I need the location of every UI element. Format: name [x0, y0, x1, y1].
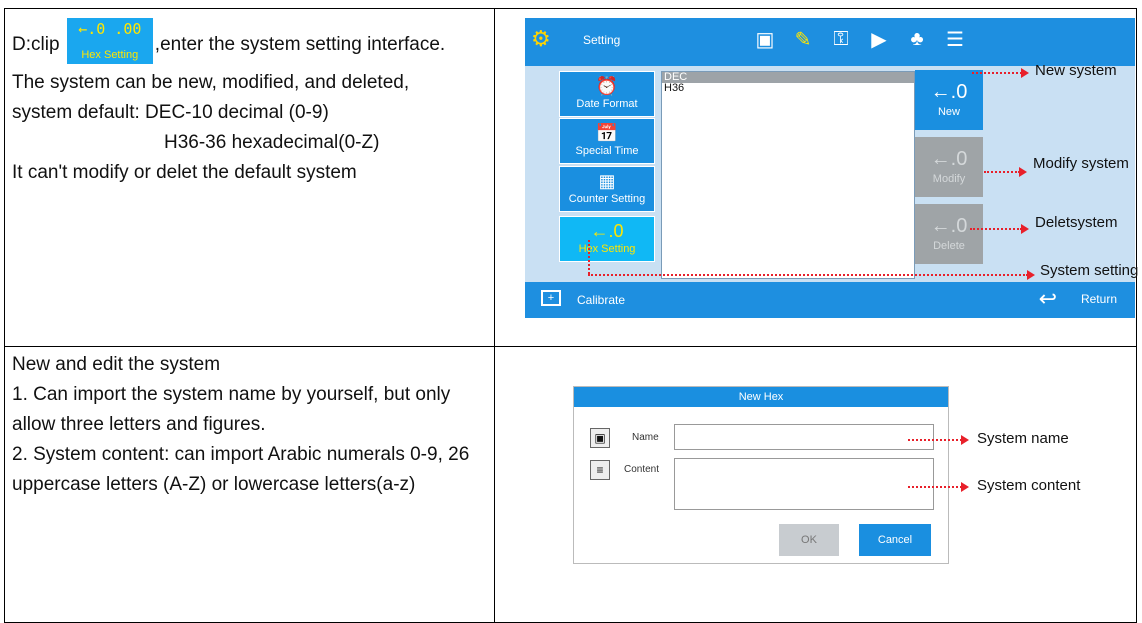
delete-label: Delete: [933, 240, 965, 252]
top-icons: ▣ ✎ ⚿ ▶ ♣ ☰: [751, 26, 969, 52]
screen-title: Setting: [583, 33, 621, 47]
system-setting-annotation: System setting: [1040, 262, 1139, 279]
row-divider: [5, 346, 1136, 347]
calibrate-label[interactable]: Calibrate: [577, 293, 625, 307]
settings-body: ⏰ Date Format 📅 Special Time ▦ Counter S…: [525, 66, 1135, 282]
counter-setting-button[interactable]: ▦ Counter Setting: [559, 166, 655, 212]
arrow-icon: [961, 435, 969, 445]
content-annotation-line: [908, 486, 962, 488]
delete-system-annotation: Deletsystem: [1035, 214, 1118, 231]
row2-line3: 2. System content: can import Arabic num…: [12, 444, 470, 495]
new-label: New: [937, 106, 960, 118]
list-item[interactable]: DEC: [662, 72, 914, 83]
special-time-button[interactable]: 📅 Special Time: [559, 118, 655, 164]
return-icon[interactable]: ↩: [1039, 286, 1057, 312]
new-button[interactable]: ←.0 New: [915, 70, 983, 130]
hex-setting-button[interactable]: ←.0 Hex Setting: [559, 216, 655, 262]
key-icon[interactable]: ⚿: [827, 26, 855, 52]
system-name-annotation: System name: [977, 430, 1069, 447]
special-time-label: Special Time: [575, 145, 639, 157]
content-label: Content: [624, 464, 660, 475]
new-hex-dialog: New Hex ▣ Name ≡ Content OK Cancel: [573, 386, 949, 564]
modify-system-annotation: Modify system: [1033, 155, 1129, 172]
name-field[interactable]: [674, 424, 934, 450]
arrow-icon: [961, 482, 969, 492]
new-system-annotation: New system: [1035, 62, 1117, 79]
content-field[interactable]: [674, 458, 934, 510]
arrow-icon: [1027, 270, 1035, 280]
modify-icon: ←.0: [930, 148, 968, 170]
date-format-button[interactable]: ⏰ Date Format: [559, 71, 655, 117]
dialog-title: New Hex: [574, 387, 948, 407]
row1-suffix: ,enter the system setting interface.: [154, 34, 446, 56]
delete-icon: ←.0: [930, 215, 968, 237]
row2-line2: 1. Can import the system name by yoursel…: [12, 384, 451, 435]
setting-annotation-vline: [588, 240, 590, 274]
row1-line3: system default: DEC-10 decimal (0-9): [12, 102, 329, 123]
bottom-bar: + Calibrate ↩ Return: [525, 282, 1135, 318]
hex-icon: ←.0 .00: [78, 20, 142, 38]
new-icon: ←.0: [930, 81, 968, 103]
speech-icon[interactable]: ▶: [865, 26, 893, 52]
io-icon[interactable]: ▣: [751, 26, 779, 52]
system-list[interactable]: DEC H36: [661, 71, 915, 279]
row1-prefix: D:clip: [12, 34, 60, 56]
new-annotation-line: [972, 72, 1022, 74]
server-icon[interactable]: ☰: [941, 26, 969, 52]
content-icon: ≡: [590, 460, 610, 480]
users-icon[interactable]: ♣: [903, 26, 931, 52]
modify-button[interactable]: ←.0 Modify: [915, 137, 983, 197]
column-divider: [494, 9, 495, 622]
modify-label: Modify: [932, 173, 966, 185]
calendar-icon: 📅: [595, 123, 619, 143]
clock-icon: ⏰: [595, 76, 619, 96]
row1-line5: It can't modify or delet the default sys…: [12, 162, 357, 183]
row1-description: D:clip ←.0 .00 Hex Setting ,enter the sy…: [12, 18, 482, 188]
gear-icon: ⚙: [531, 26, 551, 51]
modify-annotation-line: [984, 171, 1020, 173]
date-format-label: Date Format: [576, 98, 638, 110]
counter-setting-label: Counter Setting: [568, 193, 646, 205]
name-icon: ▣: [590, 428, 610, 448]
calibrate-icon[interactable]: +: [541, 290, 561, 306]
delete-annotation-line: [970, 228, 1022, 230]
row1-line4: H36-36 hexadecimal(0-Z): [164, 132, 380, 153]
name-annotation-line: [908, 439, 962, 441]
arrow-icon: [1019, 167, 1027, 177]
counter-icon: ▦: [598, 171, 616, 191]
row2-description: New and edit the system 1. Can import th…: [12, 350, 482, 500]
setting-annotation-line: [588, 274, 1028, 276]
row1-line2: The system can be new, modified, and del…: [12, 72, 410, 93]
system-content-annotation: System content: [977, 477, 1081, 494]
delete-button[interactable]: ←.0 Delete: [915, 204, 983, 264]
name-label: Name: [632, 432, 659, 443]
cancel-button[interactable]: Cancel: [859, 524, 931, 556]
chip-label: Hex Setting: [81, 49, 139, 61]
return-label[interactable]: Return: [1081, 292, 1117, 306]
row2-line1: New and edit the system: [12, 354, 221, 375]
ok-button[interactable]: OK: [779, 524, 839, 556]
arrow-icon: [1021, 68, 1029, 78]
arrow-icon: [1021, 224, 1029, 234]
list-item[interactable]: H36: [662, 83, 914, 94]
hex-icon: ←.0: [590, 221, 624, 241]
edit-icon[interactable]: ✎: [789, 26, 817, 52]
hex-setting-chip: ←.0 .00 Hex Setting: [66, 18, 153, 64]
top-bar: ⚙ Setting ▣ ✎ ⚿ ▶ ♣ ☰: [525, 18, 1135, 66]
